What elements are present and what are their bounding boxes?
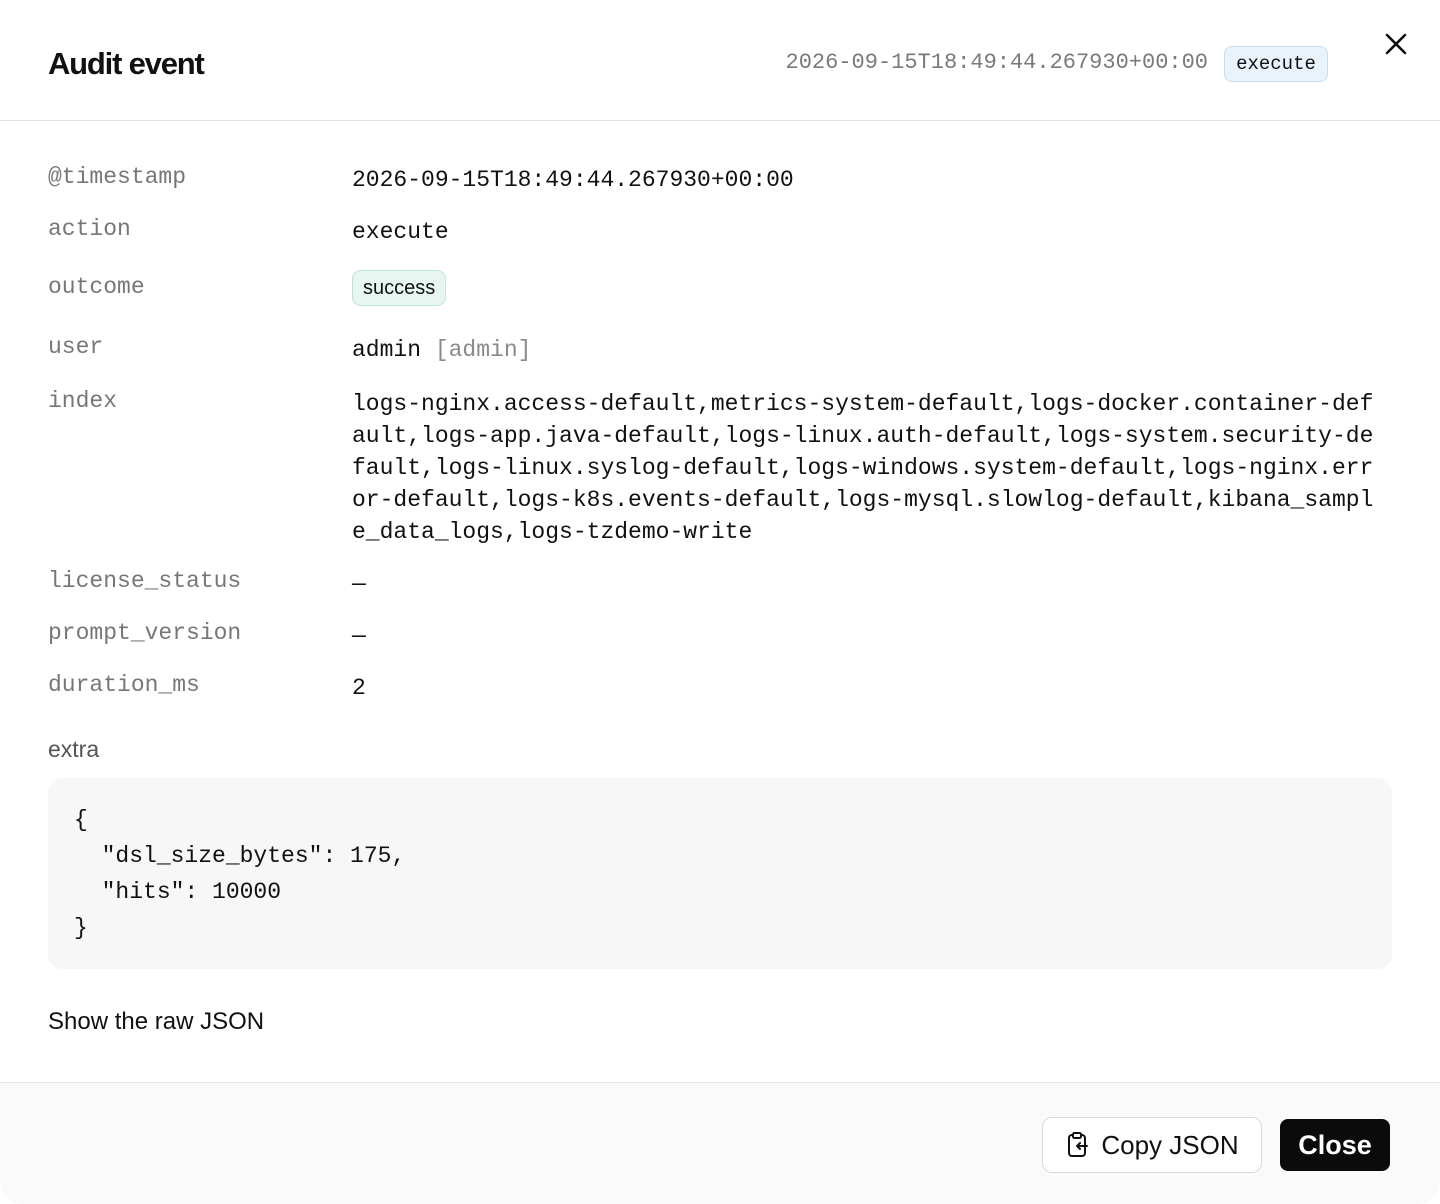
header-timestamp: 2026-09-15T18:49:44.267930+00:00 <box>785 50 1208 75</box>
field-value-wrapper: success <box>352 270 1382 306</box>
field-value: 2026-09-15T18:49:44.267930+00:00 <box>352 167 794 193</box>
dialog-header: Audit event 2026-09-15T18:49:44.267930+0… <box>0 0 1440 121</box>
extra-label: extra <box>48 736 100 762</box>
field-key: license_status <box>48 568 242 594</box>
field-value: — <box>352 623 366 649</box>
clipboard-icon <box>1068 1132 1089 1157</box>
outcome-badge: success <box>352 270 447 306</box>
field-key: prompt_version <box>48 620 242 646</box>
show-raw-json-toggle[interactable]: Show the raw JSON <box>48 1008 264 1036</box>
action-badge: execute <box>1224 46 1328 82</box>
copy-json-label: Copy JSON <box>1101 1129 1239 1160</box>
dialog-body: @timestamp 2026-09-15T18:49:44.267930+00… <box>0 122 1440 1082</box>
extra-json-block: { "dsl_size_bytes": 175, "hits": 10000 } <box>48 778 1392 969</box>
user-name: admin <box>352 337 422 363</box>
field-key: user <box>48 334 104 360</box>
audit-event-dialog: Audit event 2026-09-15T18:49:44.267930+0… <box>0 0 1440 1204</box>
copy-json-button[interactable]: Copy JSON <box>1042 1117 1262 1173</box>
field-key: action <box>48 216 131 242</box>
dialog-footer: Copy JSON Close <box>0 1082 1440 1204</box>
field-key: duration_ms <box>48 672 200 698</box>
close-button[interactable]: Close <box>1280 1119 1390 1171</box>
field-key: @timestamp <box>48 164 187 190</box>
close-icon <box>1385 33 1407 55</box>
field-value-index: logs-nginx.access-default,metrics-system… <box>352 391 1374 545</box>
field-value: admin [admin] <box>352 334 1382 366</box>
field-value: — <box>352 571 366 597</box>
field-value: execute <box>352 219 449 245</box>
close-dialog-button[interactable] <box>1380 28 1412 60</box>
user-roles: [admin] <box>434 337 532 363</box>
field-key: index <box>48 388 118 414</box>
field-value: 2 <box>352 675 366 701</box>
field-key: outcome <box>48 274 145 300</box>
dialog-title: Audit event <box>48 46 205 81</box>
